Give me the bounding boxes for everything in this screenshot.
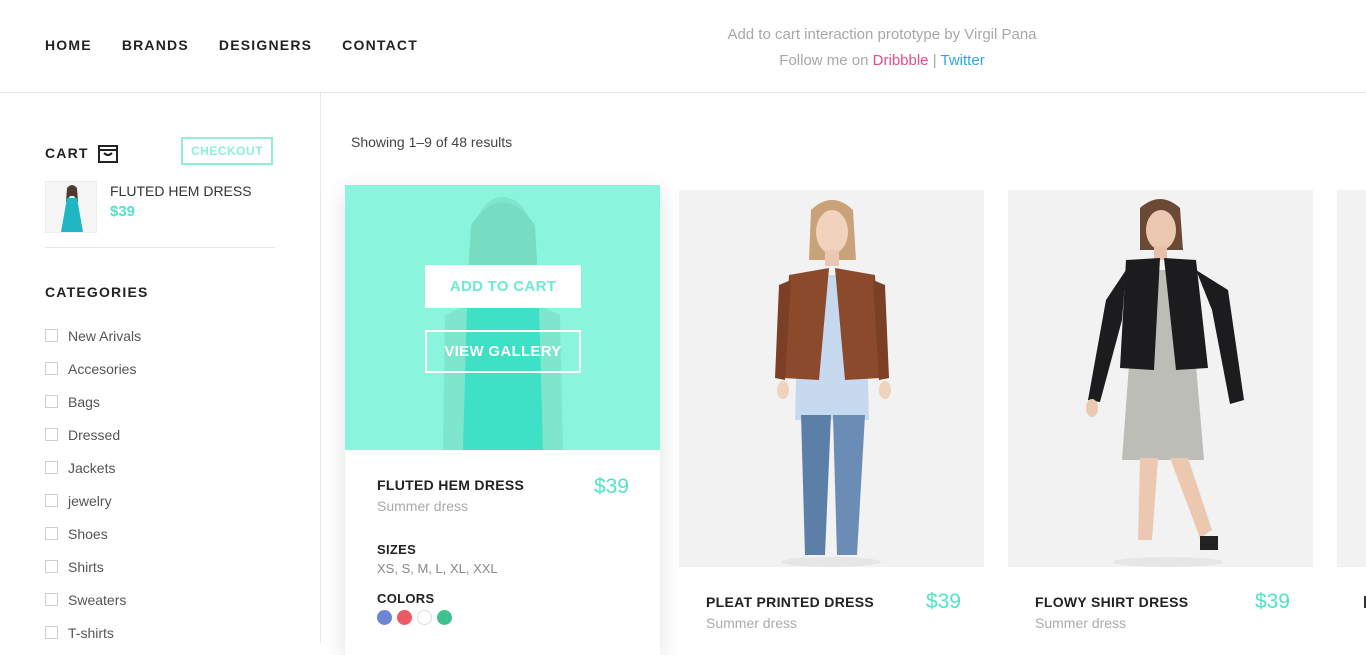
product-image [1008, 190, 1313, 567]
product-subtitle: Summer dress [1035, 615, 1127, 631]
dribbble-link[interactable]: Dribbble [873, 52, 929, 69]
credit-text: Add to cart interaction prototype by Vir… [642, 22, 1122, 74]
twitter-link[interactable]: Twitter [941, 52, 985, 69]
product-price: $39 [1254, 590, 1290, 613]
follow-line: Follow me on Dribbble | Twitter [642, 48, 1122, 74]
view-gallery-button[interactable]: VIEW GALLERY [425, 330, 581, 373]
category-checkbox[interactable] [45, 626, 58, 639]
category-label: Sweaters [68, 591, 127, 608]
product-card-partial[interactable] [1337, 190, 1366, 567]
category-checkbox[interactable] [45, 461, 58, 474]
credit-line: Add to cart interaction prototype by Vir… [727, 26, 1037, 43]
shopping-bag-icon [97, 142, 119, 164]
cart-item-thumbnail [45, 181, 97, 233]
cart-item[interactable]: FLUTED HEM DRESS $39 [45, 181, 275, 248]
product-name: PLEAT PRINTED DRESS [706, 594, 875, 610]
cart-item-price: $39 [110, 203, 136, 220]
category-checkbox[interactable] [45, 428, 58, 441]
product-price: $39 [593, 475, 629, 498]
category-checkbox[interactable] [45, 494, 58, 507]
category-checkbox[interactable] [45, 362, 58, 375]
product-info: PLEAT PRINTED DRESS Summer dress $39 [706, 590, 961, 631]
product-image [679, 190, 984, 567]
category-label: New Arivals [68, 327, 142, 344]
category-label: Dressed [68, 426, 121, 443]
nav-brands[interactable]: BRANDS [122, 37, 189, 53]
category-item[interactable]: Bags [45, 385, 141, 418]
category-item[interactable]: Shirts [45, 550, 141, 583]
sizes-list: XS, S, M, L, XL, XXL [377, 561, 498, 576]
category-label: Shoes [68, 525, 108, 542]
results-count: Showing 1–9 of 48 results [351, 134, 513, 150]
category-item[interactable]: Accesories [45, 352, 141, 385]
cart-heading: CART [45, 142, 119, 164]
category-checkbox[interactable] [45, 395, 58, 408]
product-card[interactable]: FLOWY SHIRT DRESS Summer dress $39 [1008, 190, 1313, 650]
category-item[interactable]: T-shirts [45, 616, 141, 649]
category-label: Shirts [68, 558, 104, 575]
category-label: Jackets [68, 459, 116, 476]
colors-label: COLORS [377, 591, 435, 606]
product-info: FLUTED HEM DRESS Summer dress $39 [377, 475, 629, 514]
main-nav: HOME BRANDS DESIGNERS CONTACT [45, 37, 418, 53]
category-list: New Arivals Accesories Bags Dressed Jack… [45, 319, 141, 649]
add-to-cart-button[interactable]: ADD TO CART [425, 265, 581, 308]
category-item[interactable]: jewelry [45, 484, 141, 517]
product-subtitle: Summer dress [706, 615, 798, 631]
product-card[interactable]: ADD TO CART VIEW GALLERY FLUTED HEM DRES… [345, 185, 660, 655]
color-swatch[interactable] [417, 610, 432, 625]
cart-item-name: FLUTED HEM DRESS [110, 183, 252, 199]
category-label: Accesories [68, 360, 137, 377]
top-header: HOME BRANDS DESIGNERS CONTACT Add to car… [0, 0, 1366, 93]
sidebar: CART CHECKOUT FLUTED HEM DRESS $39 CATEG… [0, 93, 321, 643]
category-item[interactable]: Jackets [45, 451, 141, 484]
category-checkbox[interactable] [45, 329, 58, 342]
category-item[interactable]: Shoes [45, 517, 141, 550]
category-checkbox[interactable] [45, 593, 58, 606]
categories-heading: CATEGORIES [45, 284, 149, 300]
follow-label: Follow me on [779, 52, 869, 69]
product-card[interactable]: PLEAT PRINTED DRESS Summer dress $39 [679, 190, 984, 650]
sizes-label: SIZES [377, 542, 417, 557]
nav-home[interactable]: HOME [45, 37, 92, 53]
category-label: Bags [68, 393, 100, 410]
category-checkbox[interactable] [45, 560, 58, 573]
color-swatch[interactable] [397, 610, 412, 625]
category-checkbox[interactable] [45, 527, 58, 540]
category-label: jewelry [68, 492, 112, 509]
product-name: FLOWY SHIRT DRESS [1035, 594, 1189, 610]
color-swatch[interactable] [377, 610, 392, 625]
colors-block: COLORS [377, 591, 452, 625]
product-info: FLOWY SHIRT DRESS Summer dress $39 [1035, 590, 1290, 631]
category-item[interactable]: Dressed [45, 418, 141, 451]
category-item[interactable]: New Arivals [45, 319, 141, 352]
category-label: T-shirts [68, 624, 114, 641]
sizes-block: SIZES XS, S, M, L, XL, XXL [377, 542, 498, 576]
nav-contact[interactable]: CONTACT [342, 37, 418, 53]
product-price: $39 [925, 590, 961, 613]
link-separator: | [932, 52, 937, 69]
product-name: FLUTED HEM DRESS [377, 477, 525, 493]
color-swatch[interactable] [437, 610, 452, 625]
checkout-button[interactable]: CHECKOUT [181, 137, 273, 165]
product-image: ADD TO CART VIEW GALLERY [345, 185, 660, 450]
category-item[interactable]: Sweaters [45, 583, 141, 616]
color-swatches [377, 610, 452, 625]
cart-title: CART [45, 145, 89, 161]
nav-designers[interactable]: DESIGNERS [219, 37, 312, 53]
product-subtitle: Summer dress [377, 498, 469, 514]
